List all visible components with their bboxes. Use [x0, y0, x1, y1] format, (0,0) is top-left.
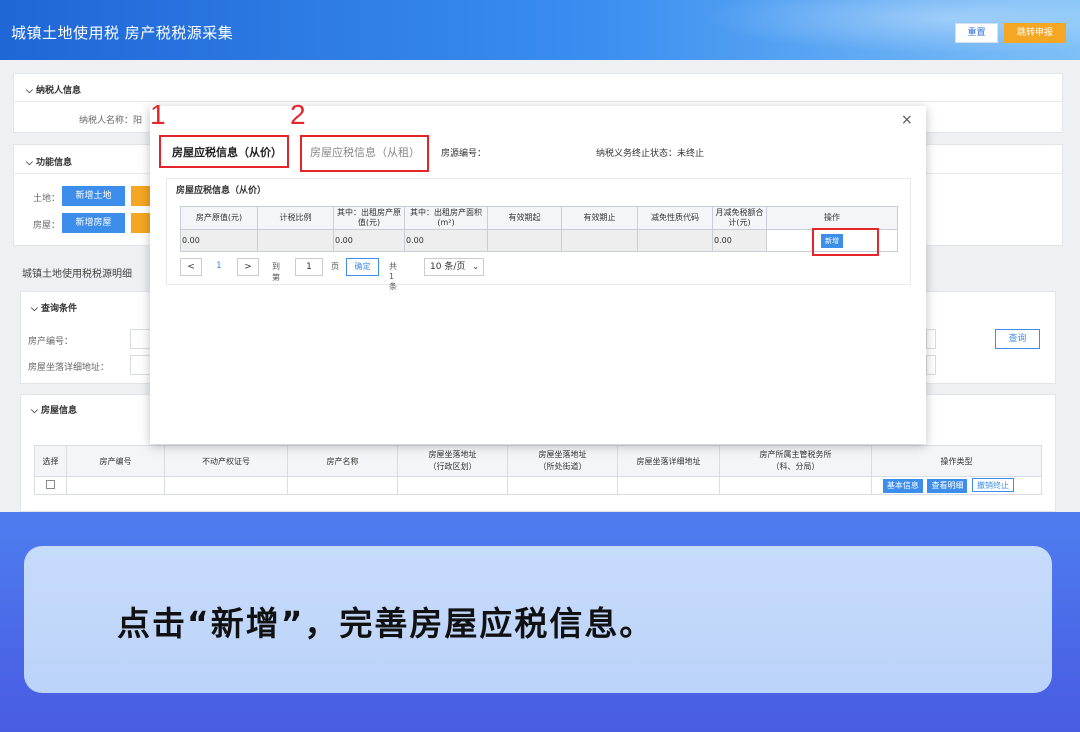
table-header-row: 选择 房产编号 不动产权证号 房产名称 房屋坐落地址 （行政区划） 房屋坐落地址…: [34, 445, 1042, 477]
house-label: 房屋：: [33, 221, 61, 231]
taxpayer-section-title[interactable]: ⌵ 纳税人信息: [26, 83, 81, 96]
taxpayer-name-label: 纳税人名称：阳: [79, 116, 143, 126]
chevron-down-icon: ⌵: [26, 158, 36, 168]
land-action-button[interactable]: [131, 186, 151, 206]
chevron-down-icon: ⌵: [26, 86, 36, 96]
col-valid-from: 有效期起: [487, 206, 562, 230]
table-row: 0.00 0.00 0.00 0.00 新增: [180, 229, 898, 252]
col-rental-original-value: 其中：出租房产原值(元): [333, 206, 405, 230]
annotation-box-tab2: [300, 135, 429, 172]
col-tax-ratio: 计税比例: [257, 206, 334, 230]
table-row: 基本信息 查看明细 撤销终止: [34, 476, 1042, 495]
reset-button[interactable]: 重置: [955, 23, 998, 43]
property-no-label: 房产编号：: [28, 337, 74, 347]
col-relief-code: 减免性质代码: [637, 206, 713, 230]
col-original-value: 房产原值(元): [180, 206, 258, 230]
panel-title: 房屋应税信息（从价）: [176, 186, 267, 196]
total-count: 共 1 条: [389, 262, 397, 291]
ad-valorem-table: 房产原值(元) 计税比例 其中：出租房产原值(元) 其中：出租房产面积(m²) …: [180, 206, 898, 252]
col-tax-office: 房产所属主管税务所 （科、分局）: [719, 445, 872, 477]
col-operation-type: 操作类型: [871, 445, 1042, 477]
jump-to-declare-button[interactable]: 跳转申报: [1004, 23, 1066, 43]
chevron-down-icon: ⌵: [31, 406, 41, 416]
detail-title: 城镇土地使用税税源明细: [22, 269, 132, 280]
cell-valid-from: [487, 229, 562, 252]
next-page-button[interactable]: >: [237, 258, 259, 276]
page-unit-label: 页: [331, 262, 339, 271]
query-button[interactable]: 查询: [995, 329, 1040, 349]
close-icon[interactable]: ×: [901, 112, 913, 128]
col-property-no: 房产编号: [66, 445, 165, 477]
annotation-number-1: 1: [150, 99, 166, 130]
address-label: 房屋坐落详细地址：: [28, 363, 110, 373]
function-section-title[interactable]: ⌵ 功能信息: [26, 155, 72, 168]
col-select: 选择: [34, 445, 67, 477]
annotation-number-2: 2: [290, 99, 306, 130]
basic-info-button[interactable]: 基本信息: [882, 479, 923, 493]
col-address-detail: 房屋坐落详细地址: [617, 445, 720, 477]
col-deed-no: 不动产权证号: [164, 445, 288, 477]
cell-valid-to: [561, 229, 638, 252]
page-input[interactable]: 1: [295, 258, 323, 276]
termination-status: 纳税义务终止状态：未终止: [596, 149, 705, 159]
revoke-termination-button[interactable]: 撤销终止: [972, 478, 1014, 492]
col-property-name: 房产名称: [287, 445, 398, 477]
source-no-label: 房源编号：: [441, 149, 487, 159]
confirm-button[interactable]: 确定: [346, 258, 379, 276]
row-actions: 基本信息 查看明细 撤销终止: [871, 476, 1042, 495]
col-valid-to: 有效期止: [561, 206, 638, 230]
current-page[interactable]: 1: [216, 261, 222, 271]
land-label: 土地：: [33, 194, 61, 204]
query-select-edge[interactable]: [926, 355, 936, 375]
annotation-box-add: [812, 228, 879, 256]
col-address-street: 房屋坐落地址 （所处街道）: [507, 445, 618, 477]
col-rental-area: 其中：出租房产面积(m²): [404, 206, 488, 230]
query-section-title[interactable]: ⌵ 查询条件: [31, 301, 77, 314]
annotation-box-tab1: [159, 135, 289, 168]
caption-text: 点击“新增”，完善房屋应税信息。: [117, 604, 655, 643]
cell-tax-ratio: [257, 229, 334, 252]
cell-monthly-relief: 0.00: [712, 229, 767, 252]
cell-relief-code: [637, 229, 713, 252]
row-checkbox[interactable]: [46, 480, 55, 489]
cell-original-value: 0.00: [180, 229, 258, 252]
divider: [13, 101, 1063, 102]
house-action-button[interactable]: [131, 213, 151, 233]
prev-page-button[interactable]: <: [180, 258, 202, 276]
query-input-edge[interactable]: [926, 329, 936, 349]
house-tax-modal: × 房屋应税信息（从价） 房屋应税信息（从租） 房源编号： 纳税义务终止状态：未…: [150, 106, 926, 444]
cell-rental-original-value: 0.00: [333, 229, 405, 252]
table-header-row: 房产原值(元) 计税比例 其中：出租房产原值(元) 其中：出租房产面积(m²) …: [180, 206, 898, 230]
row-select-cell: [34, 476, 67, 495]
goto-label: 到第: [272, 262, 280, 282]
top-bar: 城镇土地使用税 房产税税源采集 重置 跳转申报: [0, 0, 1080, 60]
house-section-title[interactable]: ⌵ 房屋信息: [31, 403, 77, 416]
col-address-district: 房屋坐落地址 （行政区划）: [397, 445, 508, 477]
cell-rental-area: 0.00: [404, 229, 488, 252]
view-detail-button[interactable]: 查看明细: [927, 479, 968, 493]
add-house-button[interactable]: 新增房屋: [62, 213, 125, 233]
chevron-down-icon: ⌄: [472, 262, 479, 271]
col-operation: 操作: [766, 206, 898, 230]
chevron-down-icon: ⌵: [31, 304, 41, 314]
page-title: 城镇土地使用税 房产税税源采集: [11, 24, 234, 42]
house-table: 选择 房产编号 不动产权证号 房产名称 房屋坐落地址 （行政区划） 房屋坐落地址…: [34, 445, 1042, 495]
page-size-select[interactable]: 10 条/页 ⌄: [424, 258, 484, 276]
col-monthly-relief: 月减免税额合计(元): [712, 206, 767, 230]
add-land-button[interactable]: 新增土地: [62, 186, 125, 206]
